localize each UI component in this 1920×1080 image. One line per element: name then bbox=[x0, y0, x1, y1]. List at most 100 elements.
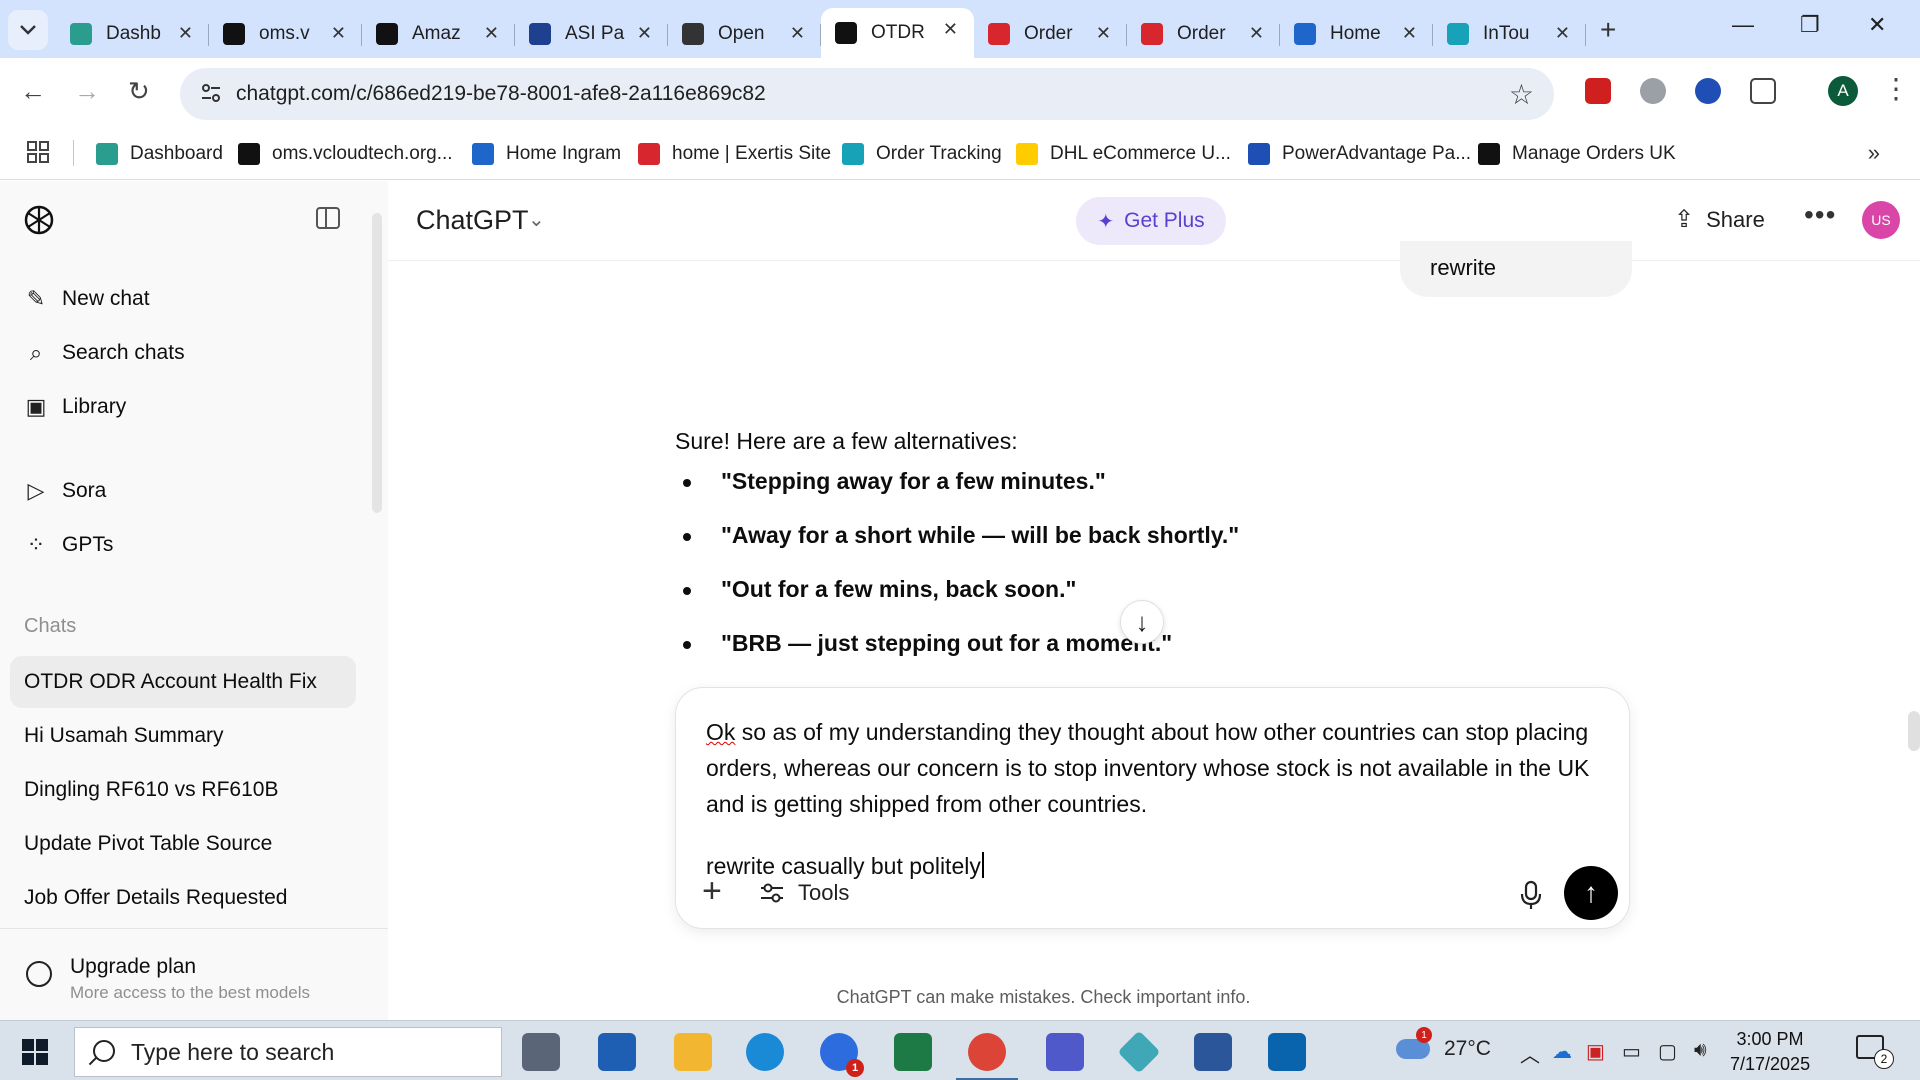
tools-button[interactable]: Tools bbox=[760, 880, 849, 906]
calculator-icon[interactable] bbox=[598, 1033, 636, 1071]
browser-tab[interactable]: Open ✕ bbox=[668, 12, 821, 56]
more-options-icon[interactable]: ••• bbox=[1804, 199, 1836, 231]
zoom-icon[interactable]: 1 bbox=[820, 1033, 864, 1077]
windows-start-icon[interactable] bbox=[22, 1039, 48, 1065]
bookmark-item[interactable]: DHL eCommerce U... bbox=[1016, 140, 1231, 168]
bookmark-item[interactable]: home | Exertis Site bbox=[638, 140, 831, 168]
upgrade-plan-button[interactable]: Upgrade plan More access to the best mod… bbox=[0, 928, 388, 1020]
site-settings-icon[interactable] bbox=[200, 82, 222, 104]
excel-icon[interactable] bbox=[894, 1033, 932, 1071]
minimize-button[interactable]: — bbox=[1732, 12, 1754, 38]
chrome-icon[interactable] bbox=[956, 1033, 1018, 1080]
sidebar-item-sora[interactable]: ▷ Sora bbox=[24, 473, 107, 509]
browser-tab[interactable]: Order ✕ bbox=[1127, 12, 1280, 56]
extensions-puzzle-icon[interactable] bbox=[1750, 78, 1776, 104]
close-icon[interactable]: ✕ bbox=[637, 23, 652, 44]
browser-tab[interactable]: Dashb ✕ bbox=[56, 12, 209, 56]
chat-scrollbar[interactable] bbox=[1908, 711, 1920, 751]
weather-widget[interactable]: 1 27°C bbox=[1396, 1027, 1491, 1061]
browser-tab[interactable]: Order ✕ bbox=[974, 12, 1127, 56]
taskbar-search-box[interactable]: Type here to search bbox=[74, 1027, 502, 1077]
browser-tab[interactable]: ASI Pa ✕ bbox=[515, 12, 668, 56]
close-icon[interactable]: ✕ bbox=[790, 23, 805, 44]
close-icon[interactable]: ✕ bbox=[1096, 23, 1111, 44]
browser-tab[interactable]: InTou ✕ bbox=[1433, 12, 1586, 56]
security-icon[interactable]: ▣ bbox=[1586, 1039, 1605, 1064]
app-diamond-icon[interactable] bbox=[1117, 1030, 1161, 1074]
browser-tab[interactable]: OTDR ✕ bbox=[821, 8, 974, 58]
close-window-button[interactable]: ✕ bbox=[1868, 12, 1886, 38]
bookmark-item[interactable]: Home Ingram bbox=[472, 140, 621, 168]
bookmark-item[interactable]: Manage Orders UK bbox=[1478, 140, 1676, 168]
close-icon[interactable]: ✕ bbox=[1249, 23, 1264, 44]
close-icon[interactable]: ✕ bbox=[178, 23, 193, 44]
close-icon[interactable]: ✕ bbox=[484, 23, 499, 44]
sidebar-item-gpts[interactable]: ⁘ GPTs bbox=[24, 527, 114, 563]
chevron-down-icon[interactable]: ⌄ bbox=[528, 207, 545, 232]
chat-history-item[interactable]: Hi Usamah Summary bbox=[10, 710, 356, 762]
teams-icon[interactable] bbox=[1046, 1033, 1084, 1071]
back-button[interactable]: ← bbox=[20, 76, 46, 107]
word-icon[interactable] bbox=[1194, 1033, 1232, 1071]
url-text[interactable]: chatgpt.com/c/686ed219-be78-8001-afe8-2a… bbox=[236, 82, 766, 106]
chat-history-item[interactable]: OTDR ODR Account Health Fix bbox=[10, 656, 356, 708]
microphone-icon[interactable] bbox=[1518, 880, 1544, 910]
profile-avatar[interactable]: A bbox=[1828, 76, 1858, 106]
browser-tab[interactable]: oms.v ✕ bbox=[209, 12, 362, 56]
extension-icon[interactable] bbox=[1695, 78, 1721, 104]
share-button[interactable]: ⇪ Share bbox=[1674, 205, 1765, 234]
address-bar[interactable]: chatgpt.com/c/686ed219-be78-8001-afe8-2a… bbox=[180, 68, 1554, 120]
sidebar-scrollbar[interactable] bbox=[372, 213, 382, 513]
pdf-extension-icon[interactable] bbox=[1585, 78, 1611, 104]
volume-icon[interactable]: 🔊︎ bbox=[1694, 1039, 1707, 1062]
sidebar-toggle-icon[interactable] bbox=[316, 207, 340, 229]
edge-icon[interactable] bbox=[746, 1033, 784, 1071]
show-hidden-icons[interactable]: ︿ bbox=[1520, 1039, 1540, 1068]
bookmark-item[interactable]: oms.vcloudtech.org... bbox=[238, 140, 453, 168]
openai-logo-icon[interactable] bbox=[22, 203, 56, 237]
browser-tab[interactable]: Amaz ✕ bbox=[362, 12, 515, 56]
outlook-icon[interactable] bbox=[1268, 1033, 1306, 1071]
network-icon[interactable]: ▢ bbox=[1658, 1039, 1677, 1064]
new-tab-button[interactable]: + bbox=[1600, 14, 1616, 46]
tab-search-button[interactable] bbox=[8, 10, 48, 50]
onedrive-icon[interactable]: ☁ bbox=[1552, 1039, 1572, 1064]
apps-grid-icon[interactable] bbox=[26, 140, 50, 164]
chat-history-item[interactable]: Dingling RF610 vs RF610B bbox=[10, 764, 356, 816]
user-avatar[interactable]: US bbox=[1862, 201, 1900, 239]
system-clock[interactable]: 3:00 PM 7/17/2025 bbox=[1730, 1027, 1810, 1077]
bookmark-item[interactable]: Order Tracking bbox=[842, 140, 1002, 168]
chat-history-item[interactable]: Job Offer Details Requested bbox=[10, 872, 356, 924]
chat-history-item[interactable]: Update Pivot Table Source bbox=[10, 818, 356, 870]
close-icon[interactable]: ✕ bbox=[1402, 23, 1417, 44]
more-bookmarks-button[interactable]: » bbox=[1868, 140, 1880, 166]
composer-input-text[interactable]: Ok so as of my understanding they though… bbox=[706, 714, 1611, 822]
close-icon[interactable]: ✕ bbox=[1555, 23, 1570, 44]
sidebar-item-library[interactable]: ▣ Library bbox=[24, 389, 127, 425]
notifications-icon[interactable]: 2 bbox=[1856, 1035, 1894, 1069]
scroll-to-bottom-button[interactable]: ↓ bbox=[1120, 600, 1164, 644]
battery-icon[interactable]: ▭ bbox=[1622, 1039, 1641, 1064]
misspelled-word[interactable]: Ok bbox=[706, 719, 735, 745]
sidebar-item-search-chats[interactable]: ⌕ Search chats bbox=[24, 335, 185, 371]
reload-button[interactable]: ↻ bbox=[128, 76, 150, 107]
browser-menu-icon[interactable]: ⋮ bbox=[1882, 72, 1910, 105]
close-icon[interactable]: ✕ bbox=[331, 23, 346, 44]
attach-button[interactable]: + bbox=[702, 874, 722, 908]
close-icon[interactable]: ✕ bbox=[943, 19, 958, 40]
bookmark-item[interactable]: PowerAdvantage Pa... bbox=[1248, 140, 1471, 168]
forward-button[interactable]: → bbox=[74, 76, 100, 107]
restore-button[interactable]: ❐ bbox=[1800, 12, 1820, 38]
model-selector[interactable]: ChatGPT bbox=[416, 205, 529, 236]
bookmark-item[interactable]: Dashboard bbox=[96, 140, 223, 168]
send-button[interactable]: ↑ bbox=[1564, 866, 1618, 920]
get-plus-button[interactable]: ✦ Get Plus bbox=[1076, 197, 1226, 245]
task-view-icon[interactable] bbox=[522, 1033, 560, 1071]
sidebar-item-new-chat[interactable]: ✎ New chat bbox=[24, 281, 150, 317]
bookmark-star-icon[interactable]: ☆ bbox=[1509, 78, 1534, 111]
globe-extension-icon[interactable] bbox=[1640, 78, 1666, 104]
message-composer[interactable]: Ok so as of my understanding they though… bbox=[675, 687, 1630, 929]
file-explorer-icon[interactable] bbox=[674, 1033, 712, 1071]
browser-tab[interactable]: Home ✕ bbox=[1280, 12, 1433, 56]
composer-line2[interactable]: rewrite casually but politely bbox=[706, 852, 984, 880]
